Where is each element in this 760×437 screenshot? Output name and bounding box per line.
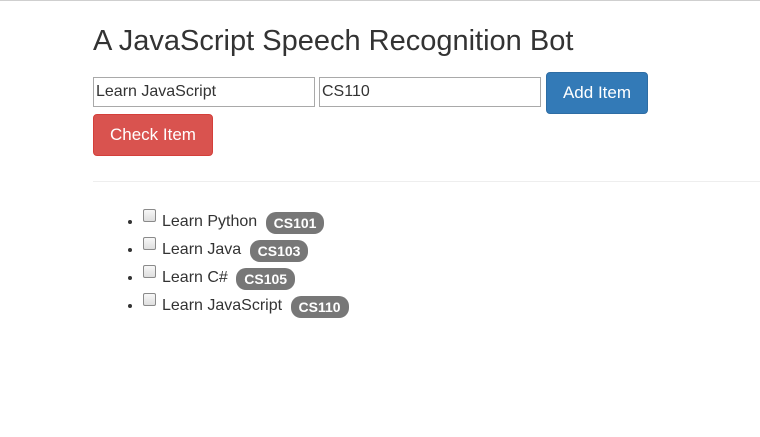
item-checkbox[interactable] xyxy=(143,209,156,222)
course-code-badge: CS110 xyxy=(290,296,349,318)
list-item: Learn JavaScript CS110 xyxy=(143,292,349,320)
item-label: Learn C# xyxy=(162,269,228,286)
item-checkbox[interactable] xyxy=(143,293,156,306)
item-label: Learn Python xyxy=(162,213,258,230)
item-label: Learn JavaScript xyxy=(162,297,283,314)
list-item: Learn Python CS101 xyxy=(143,208,349,236)
check-item-button[interactable]: Check Item xyxy=(93,114,213,156)
page-title: A JavaScript Speech Recognition Bot xyxy=(93,25,574,57)
list-item: Learn C# CS105 xyxy=(143,264,349,292)
todo-list: Learn Python CS101 Learn Java CS103 Lear… xyxy=(93,208,349,320)
item-label: Learn Java xyxy=(162,241,242,258)
item-name-input[interactable] xyxy=(93,77,315,107)
list-item: Learn Java CS103 xyxy=(143,236,349,264)
course-code-badge: CS103 xyxy=(249,240,309,262)
item-checkbox[interactable] xyxy=(143,237,156,250)
course-code-input[interactable] xyxy=(319,77,541,107)
course-code-badge: CS105 xyxy=(236,268,296,290)
course-code-badge: CS101 xyxy=(265,212,325,234)
divider xyxy=(93,181,760,182)
top-border xyxy=(0,0,760,1)
item-checkbox[interactable] xyxy=(143,265,156,278)
add-item-button[interactable]: Add Item xyxy=(546,72,648,114)
